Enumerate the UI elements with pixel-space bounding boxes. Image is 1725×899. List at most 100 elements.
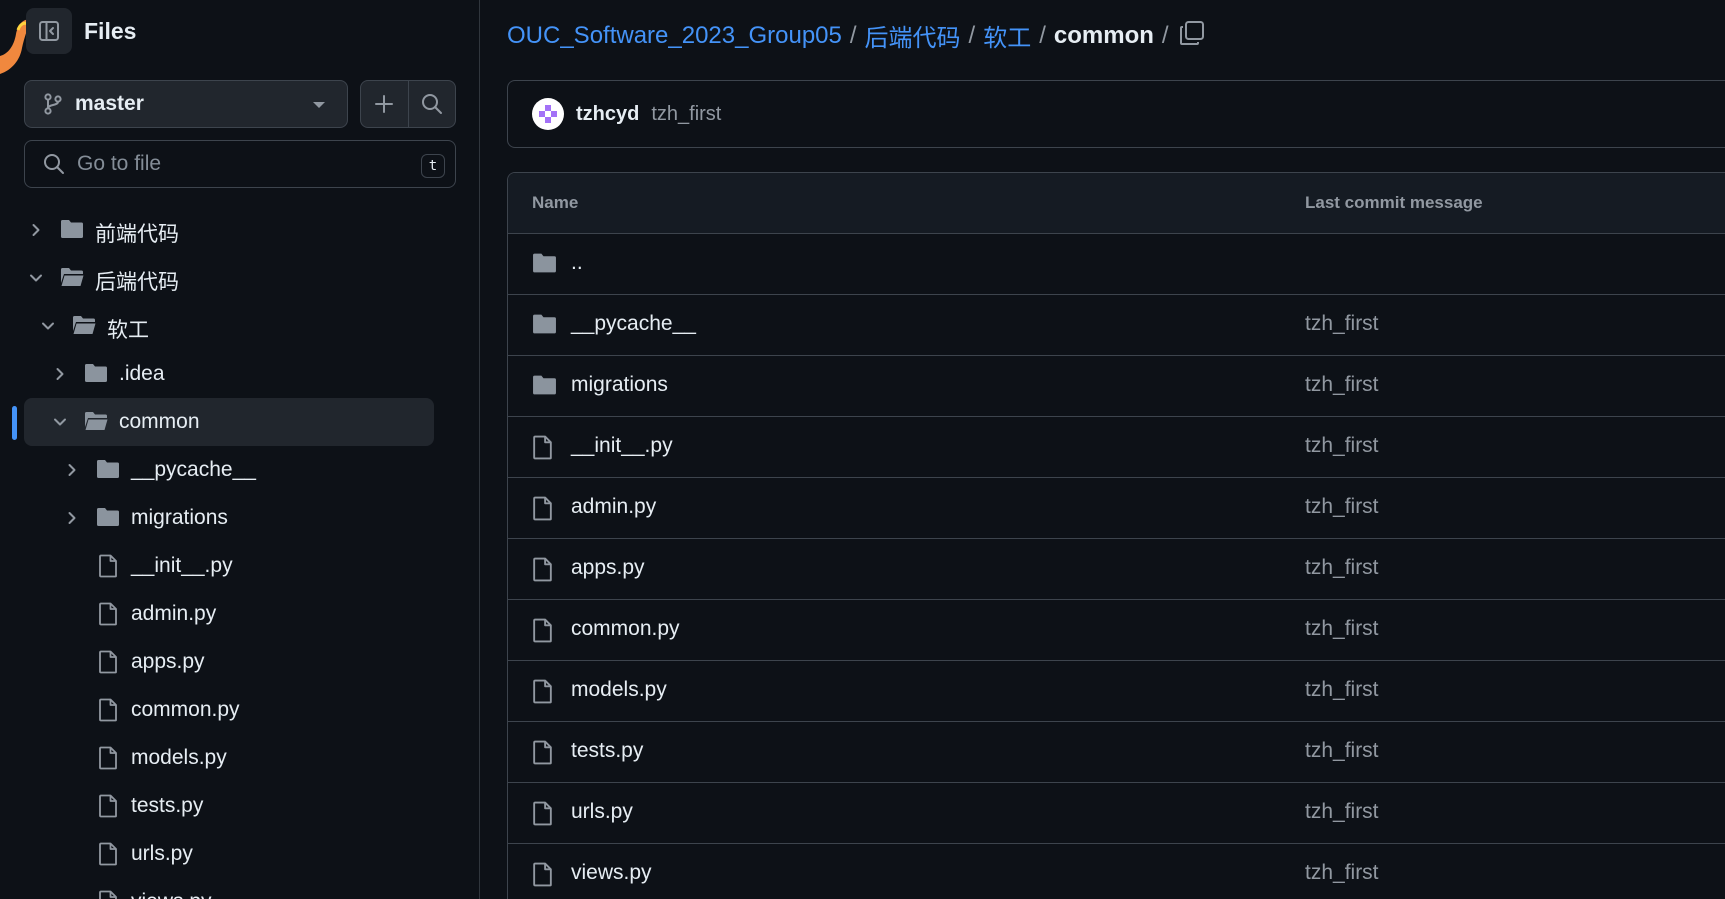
tree-file-item[interactable]: common.py: [0, 686, 479, 734]
add-file-button[interactable]: [361, 81, 408, 127]
file-icon: [533, 618, 552, 643]
folder-icon: [97, 460, 119, 478]
file-icon: [99, 842, 117, 866]
chevron-down-icon[interactable]: [40, 318, 56, 334]
tree-item-label: tests.py: [131, 794, 204, 817]
search-icon: [44, 154, 64, 174]
file-name-link[interactable]: __pycache__: [571, 312, 696, 336]
file-icon: [533, 496, 552, 521]
tree-folder-item[interactable]: 前端代码: [0, 206, 479, 254]
tree-file-item[interactable]: tests.py: [0, 782, 479, 830]
tree-item-label: __init__.py: [131, 554, 233, 577]
commit-message-link[interactable]: tzh_first: [1305, 556, 1379, 580]
chevron-right-icon[interactable]: [52, 366, 68, 382]
table-row-file[interactable]: urls.py tzh_first: [508, 783, 1725, 844]
tree-folder-item[interactable]: migrations: [0, 494, 479, 542]
table-row-file[interactable]: admin.py tzh_first: [508, 478, 1725, 539]
commit-message-link[interactable]: tzh_first: [1305, 800, 1379, 824]
table-row-folder[interactable]: __pycache__ tzh_first: [508, 295, 1725, 356]
table-row-file[interactable]: common.py tzh_first: [508, 600, 1725, 661]
commit-message-link[interactable]: tzh_first: [1305, 617, 1379, 641]
folder-open-icon: [85, 412, 108, 430]
chevron-down-icon[interactable]: [28, 270, 44, 286]
selection-indicator: [12, 406, 17, 440]
commit-message-link[interactable]: tzh_first: [1305, 312, 1379, 336]
commit-message-link[interactable]: tzh_first: [1305, 739, 1379, 763]
tree-item-label: views.py: [131, 890, 212, 899]
tree-file-item[interactable]: urls.py: [0, 830, 479, 878]
app: Files master Go to file t 前端代码 后端代码 软工 .…: [0, 0, 1725, 899]
commit-message-link[interactable]: tzh_first: [651, 103, 721, 126]
identicon-icon: [539, 105, 557, 123]
tree-item-label: .idea: [119, 362, 165, 385]
file-name-link[interactable]: urls.py: [571, 800, 633, 824]
file-tree-sidebar: Files master Go to file t 前端代码 后端代码 软工 .…: [0, 0, 480, 899]
tree-folder-item[interactable]: __pycache__: [0, 446, 479, 494]
commit-message-link[interactable]: tzh_first: [1305, 861, 1379, 885]
tree-file-item[interactable]: __init__.py: [0, 542, 479, 590]
chevron-right-icon[interactable]: [64, 462, 80, 478]
table-row-file[interactable]: views.py tzh_first: [508, 844, 1725, 899]
file-name-link[interactable]: models.py: [571, 678, 667, 702]
file-name-link[interactable]: admin.py: [571, 495, 656, 519]
tree-folder-item[interactable]: .idea: [0, 350, 479, 398]
search-code-button[interactable]: [407, 81, 456, 127]
tree-item-label: 前端代码: [95, 223, 179, 246]
column-header-last-commit: Last commit message: [1305, 193, 1483, 212]
table-row-file[interactable]: apps.py tzh_first: [508, 539, 1725, 600]
file-icon: [533, 557, 552, 582]
sidebar-collapse-icon: [39, 21, 59, 41]
go-to-file-input[interactable]: [77, 152, 397, 176]
tree-item-label: 后端代码: [95, 271, 179, 294]
file-name-link[interactable]: apps.py: [571, 556, 645, 580]
tree-file-item[interactable]: admin.py: [0, 590, 479, 638]
tree-folder-item[interactable]: 后端代码: [0, 254, 479, 302]
file-name-link[interactable]: common.py: [571, 617, 680, 641]
file-icon: [533, 801, 552, 826]
breadcrumb-repo-link[interactable]: OUC_Software_2023_Group05: [507, 22, 842, 50]
main-content: OUC_Software_2023_Group05 / 后端代码 / 软工 / …: [481, 0, 1725, 899]
branch-selector-button[interactable]: master: [24, 80, 348, 128]
table-header: Name Last commit message: [508, 173, 1725, 234]
table-row-folder[interactable]: ..: [508, 234, 1725, 295]
commit-message-link[interactable]: tzh_first: [1305, 678, 1379, 702]
chevron-right-icon[interactable]: [28, 222, 44, 238]
chevron-down-icon[interactable]: [52, 414, 68, 430]
folder-icon: [533, 314, 556, 334]
file-icon: [99, 650, 117, 674]
sidebar-toggle-button[interactable]: [26, 8, 72, 54]
table-row-file[interactable]: tests.py tzh_first: [508, 722, 1725, 783]
file-name-link[interactable]: migrations: [571, 373, 668, 397]
folder-icon: [85, 364, 107, 382]
table-body: .. __pycache__ tzh_first migrations tzh_fi…: [508, 234, 1725, 899]
file-icon: [533, 435, 552, 460]
tree-folder-item[interactable]: 软工: [0, 302, 479, 350]
table-row-file[interactable]: models.py tzh_first: [508, 661, 1725, 722]
chevron-right-icon[interactable]: [64, 510, 80, 526]
table-row-folder[interactable]: migrations tzh_first: [508, 356, 1725, 417]
file-icon: [533, 740, 552, 765]
copy-path-button[interactable]: [1177, 18, 1207, 48]
tree-item-label: apps.py: [131, 650, 205, 673]
file-name-link[interactable]: __init__.py: [571, 434, 673, 458]
commit-message-link[interactable]: tzh_first: [1305, 434, 1379, 458]
go-to-file-search[interactable]: t: [24, 140, 456, 188]
tree-file-item[interactable]: apps.py: [0, 638, 479, 686]
commit-author-link[interactable]: tzhcyd: [576, 103, 639, 126]
latest-commit-bar: tzhcyd tzh_first: [507, 80, 1725, 148]
file-name-link[interactable]: views.py: [571, 861, 652, 885]
tree-folder-item[interactable]: common: [0, 398, 479, 446]
tree-file-item[interactable]: views.py: [0, 878, 479, 899]
breadcrumb-link-backend[interactable]: 后端代码: [865, 18, 961, 53]
avatar[interactable]: [532, 98, 564, 130]
commit-message-link[interactable]: tzh_first: [1305, 495, 1379, 519]
caret-down-icon: [313, 102, 325, 108]
commit-message-link[interactable]: tzh_first: [1305, 373, 1379, 397]
folder-open-icon: [73, 316, 96, 334]
breadcrumb-link-ruangong[interactable]: 软工: [983, 18, 1031, 53]
table-row-file[interactable]: __init__.py tzh_first: [508, 417, 1725, 478]
file-icon: [533, 862, 552, 887]
file-name-link[interactable]: tests.py: [571, 739, 643, 763]
file-name-link[interactable]: ..: [571, 251, 583, 275]
tree-file-item[interactable]: models.py: [0, 734, 479, 782]
